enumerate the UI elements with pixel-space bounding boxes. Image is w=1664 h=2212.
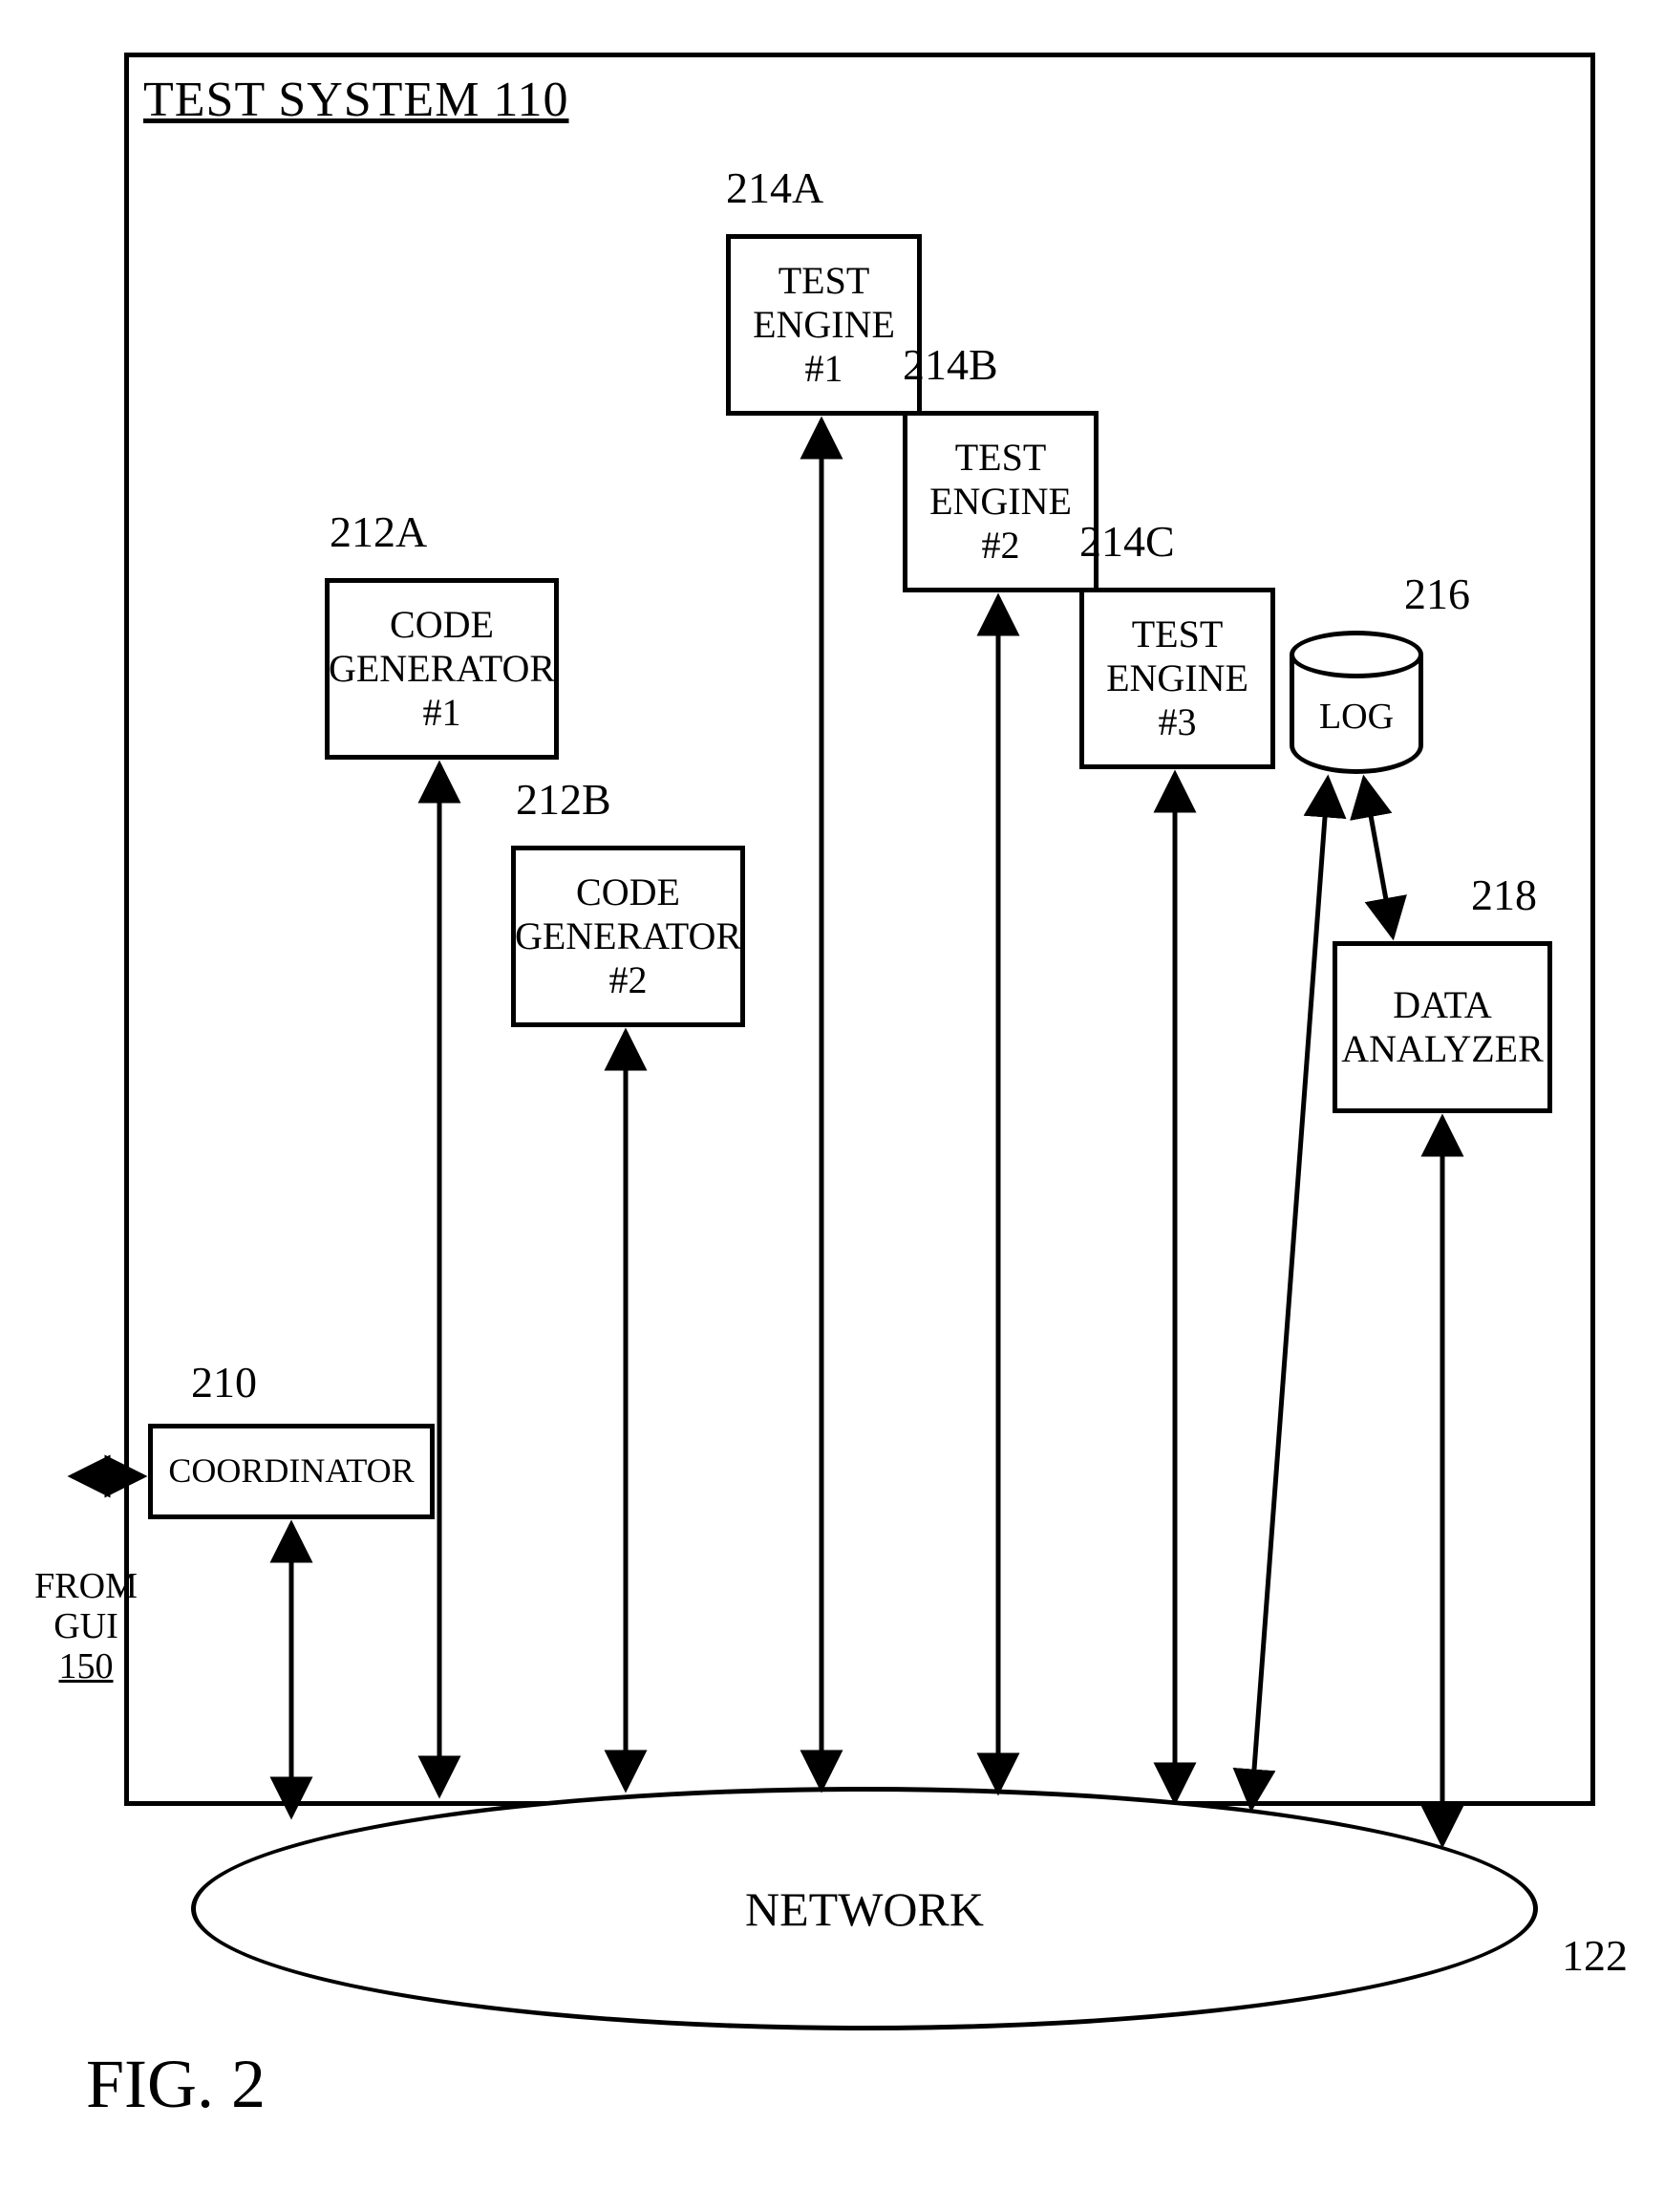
te3-line3: #3 <box>1159 700 1197 744</box>
codegen2-ref: 212B <box>516 774 611 825</box>
da-ref: 218 <box>1471 870 1537 920</box>
log-ref: 216 <box>1404 569 1470 619</box>
coordinator-ref: 210 <box>191 1357 257 1407</box>
codegen1-ref: 212A <box>330 506 427 557</box>
cg2-line3: #2 <box>609 958 648 1002</box>
coordinator-label: COORDINATOR <box>168 1451 414 1491</box>
data-analyzer-box: DATA ANALYZER <box>1333 941 1552 1113</box>
network-label: NETWORK <box>745 1881 984 1937</box>
te2-line3: #2 <box>982 524 1020 568</box>
test-engine-1-box: TEST ENGINE #1 <box>726 234 922 416</box>
coordinator-box: COORDINATOR <box>148 1424 435 1519</box>
te2-line1: TEST <box>955 436 1047 480</box>
from-gui-line3: 150 <box>59 1646 114 1686</box>
da-line1: DATA <box>1393 983 1491 1027</box>
cg2-line1: CODE <box>576 870 680 914</box>
code-generator-1-box: CODE GENERATOR #1 <box>325 578 559 760</box>
te1-line2: ENGINE <box>753 303 895 347</box>
log-cylinder: LOG <box>1290 631 1423 774</box>
te3-ref: 214C <box>1079 516 1175 567</box>
te1-ref: 214A <box>726 162 823 213</box>
from-gui-label: FROM GUI 150 <box>33 1567 139 1686</box>
cg2-line2: GENERATOR <box>515 914 741 958</box>
te3-line1: TEST <box>1132 612 1224 656</box>
te3-line2: ENGINE <box>1106 656 1248 700</box>
diagram-title: TEST SYSTEM 110 <box>143 72 569 128</box>
cg1-line3: #1 <box>423 691 461 735</box>
te1-line1: TEST <box>779 259 870 303</box>
figure-caption: FIG. 2 <box>86 2045 266 2124</box>
test-engine-2-box: TEST ENGINE #2 <box>903 411 1099 592</box>
code-generator-2-box: CODE GENERATOR #2 <box>511 846 745 1027</box>
log-label: LOG <box>1319 696 1394 738</box>
network-ellipse: NETWORK <box>191 1787 1538 2030</box>
title-text: TEST SYSTEM 110 <box>143 73 569 127</box>
te1-line3: #1 <box>805 347 843 391</box>
te2-line2: ENGINE <box>929 480 1072 524</box>
da-line2: ANALYZER <box>1341 1027 1544 1071</box>
from-gui-line1: FROM <box>34 1566 138 1606</box>
test-engine-3-box: TEST ENGINE #3 <box>1079 588 1275 769</box>
network-ref: 122 <box>1562 1930 1628 1981</box>
from-gui-line2: GUI <box>53 1606 118 1646</box>
cg1-line1: CODE <box>390 603 494 647</box>
cg1-line2: GENERATOR <box>329 647 555 691</box>
te2-ref: 214B <box>903 339 998 390</box>
